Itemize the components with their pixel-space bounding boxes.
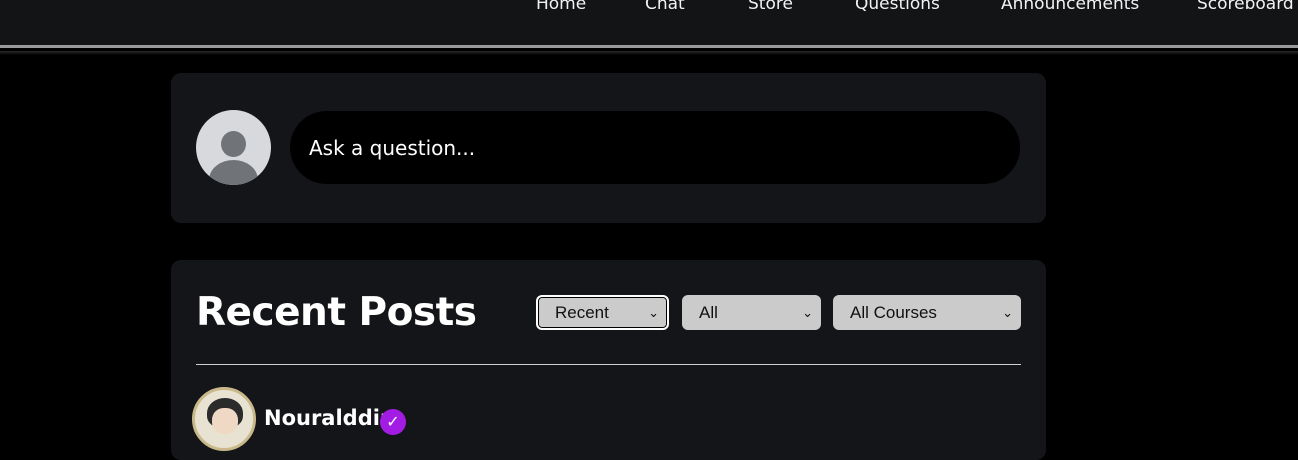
sort-select[interactable]: Recent ⌄	[536, 295, 669, 330]
nav-store[interactable]: Store	[748, 0, 793, 14]
user-avatar-icon	[196, 110, 271, 185]
avatar-body	[209, 160, 258, 185]
course-select-value: All Courses	[850, 303, 937, 322]
nav-questions[interactable]: Questions	[855, 0, 940, 14]
ask-question-input[interactable]	[290, 111, 1020, 184]
ask-question-card	[171, 73, 1046, 223]
recent-posts-card: Recent Posts Recent ⌄ All ⌄ All Courses …	[171, 260, 1046, 460]
nav-chat[interactable]: Chat	[645, 0, 685, 14]
avatar-face	[212, 408, 238, 434]
course-select[interactable]: All Courses ⌄	[833, 295, 1021, 330]
nav-shadow	[0, 51, 1298, 55]
avatar-head	[221, 131, 246, 157]
post-author-avatar[interactable]	[192, 387, 256, 451]
category-select-value: All	[699, 303, 718, 322]
post-author-name[interactable]: Nouralddin	[264, 406, 395, 430]
category-select[interactable]: All ⌄	[682, 295, 821, 330]
divider	[196, 364, 1021, 365]
nav-scoreboard[interactable]: Scoreboard	[1197, 0, 1294, 14]
top-navigation-bar: Home Chat Store Questions Announcements …	[0, 0, 1298, 48]
sort-select-value: Recent	[555, 303, 609, 322]
chevron-down-icon: ⌄	[648, 305, 659, 320]
recent-posts-title: Recent Posts	[196, 290, 477, 335]
check-badge-icon: ✓	[380, 409, 406, 435]
nav-announcements[interactable]: Announcements	[1001, 0, 1139, 14]
chevron-down-icon: ⌄	[802, 305, 813, 320]
nav-home[interactable]: Home	[536, 0, 586, 14]
chevron-down-icon: ⌄	[1002, 305, 1013, 320]
